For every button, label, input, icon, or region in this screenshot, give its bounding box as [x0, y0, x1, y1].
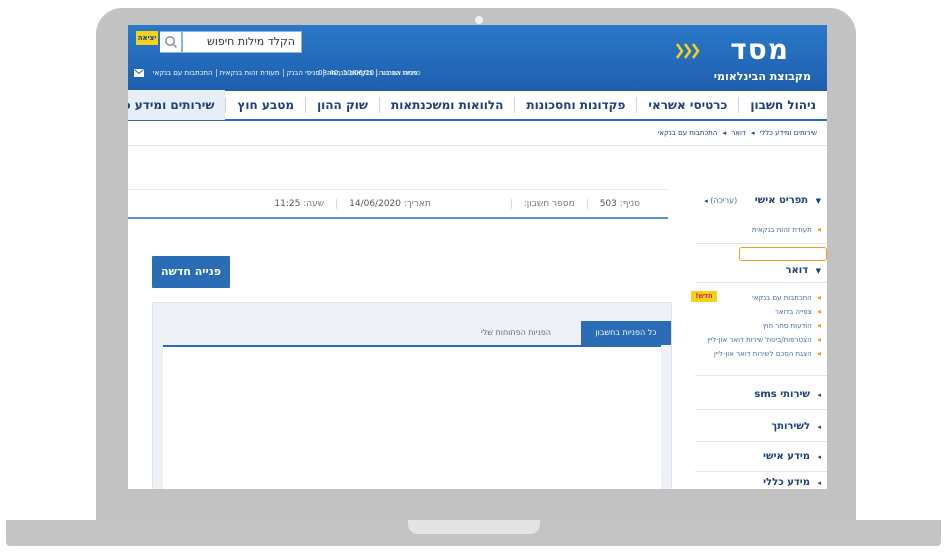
browser-screen: מסד מקבוצת הבינלאומי הקלד מילות חיפוש יצ… [128, 25, 827, 489]
side-link-view-mail[interactable]: ◂ צפייה בדואר [775, 307, 821, 316]
nav-account-management[interactable]: ניהול חשבון [738, 97, 827, 113]
mail-menu-heading[interactable]: ▼ דואר [786, 265, 822, 276]
breadcrumb: שירותים ומידע כללי ◂ דואר ◂ התכתבות עם ב… [658, 129, 817, 137]
quick-links: פניות הציבור בנקאות בנחמה סניפי הבנק תעו… [150, 69, 421, 77]
arrow-left-icon: ◂ [817, 423, 821, 431]
arrow-left-icon: ◂ [704, 197, 708, 205]
search-button[interactable] [160, 31, 182, 53]
side-link-foreign-trade-messages[interactable]: ◂ הודעות סחר חוץ [763, 321, 821, 330]
date-info: תאריך: 14/06/2020 [336, 198, 511, 209]
breadcrumb-item-mail[interactable]: דואר [731, 129, 745, 137]
site-header: מסד מקבוצת הבינלאומי הקלד מילות חיפוש יצ… [128, 25, 827, 91]
highlight-box [739, 247, 827, 261]
brand-name: מסד [730, 33, 789, 66]
side-link-banker-correspondence[interactable]: ◂ התכתבות עם בנקאי [752, 293, 821, 302]
tab-my-open-requests[interactable]: הפניות הפתוחות שלי [461, 321, 571, 345]
quick-link-public-inquiries[interactable]: פניות הציבור [375, 69, 421, 77]
side-menu-for-you[interactable]: ◂ לשירותך [771, 421, 821, 432]
side-link-mail-service-toggle[interactable]: ◂ הצטרפות/ביטול שירות דואר און-ליין [707, 335, 821, 344]
nav-foreign-currency[interactable]: מטבע חוץ [225, 97, 305, 113]
side-divider [695, 375, 827, 376]
breadcrumb-item-services[interactable]: שירותים ומידע כללי [760, 129, 817, 137]
account-info-bar: סניף: 503 מספר חשבון: תאריך: 14/06/2020 … [128, 189, 668, 219]
new-badge: חדש! [691, 291, 717, 302]
requests-list [163, 345, 661, 489]
new-request-button[interactable]: פנייה חדשה [152, 256, 230, 288]
brand-subtitle: מקבוצת הבינלאומי [713, 70, 811, 83]
nav-credit-cards[interactable]: כרטיסי אשראי [636, 97, 738, 113]
side-link-bank-id[interactable]: ◂ תעודת זהות בנקאית [752, 225, 821, 234]
time-label: שעה: [303, 198, 325, 209]
exit-button[interactable]: יציאה [136, 31, 158, 45]
breadcrumb-separator-icon: ◂ [722, 129, 727, 137]
brand-logo-block[interactable]: מסד מקבוצת הבינלאומי [661, 33, 811, 89]
side-divider [695, 409, 827, 410]
bullet-arrow-icon: ◂ [816, 307, 821, 316]
side-divider [695, 243, 827, 244]
search-input[interactable]: הקלד מילות חיפוש [182, 31, 302, 53]
arrow-left-icon: ◂ [817, 479, 821, 487]
arrow-left-icon: ◂ [817, 391, 821, 399]
mail-icon[interactable] [134, 69, 144, 77]
side-menu-general-info[interactable]: ◂ מידע כללי [763, 477, 821, 488]
search-icon [165, 36, 178, 49]
account-number-info: מספר חשבון: [510, 198, 587, 209]
side-menu-sms-services[interactable]: ◂ שירותי sms [754, 389, 821, 400]
chevron-down-icon: ▼ [815, 197, 821, 205]
bullet-arrow-icon: ◂ [816, 225, 821, 234]
account-number-label: מספר חשבון: [523, 198, 575, 209]
side-divider [695, 471, 827, 472]
breadcrumb-separator-icon: ◂ [750, 129, 755, 137]
bullet-arrow-icon: ◂ [816, 335, 821, 344]
date-value: 14/06/2020 [349, 198, 401, 209]
bullet-arrow-icon: ◂ [816, 349, 821, 358]
branch-label: סניף: [619, 198, 640, 209]
breadcrumb-item-current: התכתבות עם בנקאי [657, 129, 718, 137]
brand-logo-icon [675, 43, 700, 59]
nav-services-info[interactable]: שירותים ומידע כללי [128, 90, 226, 120]
camera-dot [475, 16, 483, 24]
bullet-arrow-icon: ◂ [816, 321, 821, 330]
nav-deposits-savings[interactable]: פקדונות וחסכונות [514, 97, 636, 113]
side-link-mail-service-agreement[interactable]: ◂ הצגת הסכם לשירות דואר און-ליין [714, 349, 821, 358]
bullet-arrow-icon: ◂ [816, 293, 821, 302]
main-navigation: ניהול חשבון כרטיסי אשראי פקדונות וחסכונו… [128, 90, 827, 121]
time-info: שעה: 11:25 [262, 199, 336, 209]
personal-menu-label: תפריט אישי [754, 195, 809, 206]
chevron-down-icon: ▼ [815, 267, 821, 275]
nav-capital-market[interactable]: שוק ההון [305, 97, 379, 113]
side-divider [695, 441, 827, 442]
side-menu-personal-info[interactable]: ◂ מידע אישי [763, 451, 821, 462]
laptop-notch [408, 520, 540, 534]
branch-value: 503 [599, 198, 617, 209]
quick-link-bank-id[interactable]: תעודת זהות בנקאית [215, 69, 283, 77]
branch-info: סניף: 503 [586, 198, 652, 209]
date-label: תאריך: [403, 198, 431, 209]
arrow-left-icon: ◂ [817, 453, 821, 461]
personal-menu-heading[interactable]: ▼ תפריט אישי (עריכה) ◂ [700, 195, 821, 206]
time-value: 11:25 [274, 198, 301, 209]
nav-loans-mortgages[interactable]: הלוואות ומשכנתאות [379, 97, 514, 113]
quick-link-branches[interactable]: סניפי הבנק [282, 69, 323, 77]
tab-all-requests[interactable]: כל הפניות בחשבון [581, 321, 671, 345]
edit-personal-menu-link[interactable]: (עריכה) ◂ [700, 196, 751, 205]
divider [128, 145, 827, 146]
requests-panel: כל הפניות בחשבון הפניות הפתוחות שלי [152, 302, 672, 489]
quick-link-banker-correspondence[interactable]: התכתבות עם בנקאי [150, 69, 216, 77]
side-divider [695, 282, 827, 283]
quick-link-banking-calm[interactable]: בנקאות בנחמה [322, 69, 376, 77]
